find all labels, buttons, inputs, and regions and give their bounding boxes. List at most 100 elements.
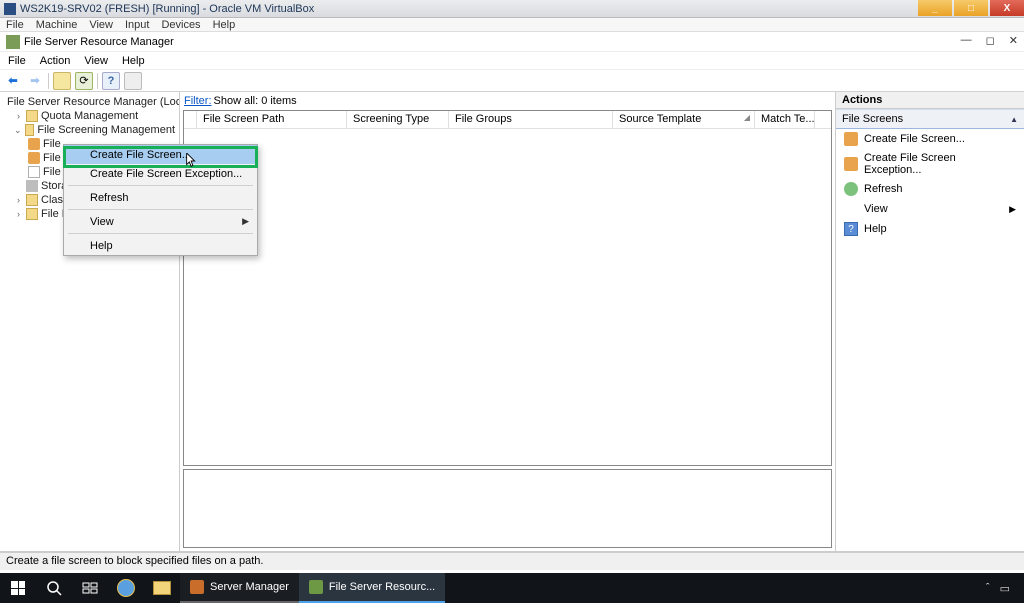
app-menubar: File Action View Help [0,52,1024,70]
task-server-manager[interactable]: Server Manager [180,573,299,603]
start-button[interactable] [0,573,36,603]
action-view[interactable]: View ▶ [836,199,1024,219]
app-menu-file[interactable]: File [8,55,26,67]
filter-bar: Filter: Show all: 0 items [180,92,835,110]
vbox-window-controls: _ □ X [918,0,1024,16]
toolbar-separator [48,73,49,89]
vbox-title: WS2K19-SRV02 (FRESH) [Running] - Oracle … [20,3,314,15]
nav-back-button[interactable]: ⬅ [4,72,22,90]
vbox-menu-devices[interactable]: Devices [161,19,200,31]
table-header: File Screen Path Screening Type File Gro… [184,111,831,129]
folder-icon [25,124,35,136]
folder-icon [26,110,38,122]
vbox-titlebar: WS2K19-SRV02 (FRESH) [Running] - Oracle … [0,0,1024,18]
filter-text: Show all: 0 items [214,95,297,107]
vbox-menu-machine[interactable]: Machine [36,19,78,31]
actions-group-filescreens[interactable]: File Screens ▲ [836,109,1024,129]
refresh-button[interactable]: ⟳ [75,72,93,90]
document-icon [28,166,40,178]
ie-button[interactable] [108,573,144,603]
show-hide-tree-button[interactable] [53,72,71,90]
status-text: Create a file screen to block specified … [6,555,263,567]
app-close-button[interactable]: ✕ [1009,34,1018,47]
app-maximize-button[interactable]: ◻ [986,34,995,47]
folder-icon [26,194,38,206]
app-minimize-button[interactable]: — [961,34,972,47]
results-table: File Screen Path Screening Type File Gro… [183,110,832,466]
vbox-menu-help[interactable]: Help [213,19,236,31]
nav-forward-button[interactable]: ➡ [26,72,44,90]
context-create-file-screen-exception[interactable]: Create File Screen Exception... [64,164,257,183]
context-separator [68,233,253,234]
ie-icon [117,579,135,597]
expand-icon[interactable]: › [14,111,23,121]
vbox-menubar: File Machine View Input Devices Help [0,18,1024,32]
expand-icon[interactable]: › [14,195,23,205]
submenu-arrow-icon: ▶ [242,216,249,227]
expand-icon[interactable]: › [14,209,23,219]
app-title: File Server Resource Manager [24,36,174,48]
fsrm-icon [309,580,323,594]
file-screen-icon [28,152,40,164]
collapse-icon[interactable]: ⌄ [14,125,22,136]
context-menu: Create File Screen... Create File Screen… [63,144,258,256]
vbox-menu-file[interactable]: File [6,19,24,31]
th-match-template[interactable]: Match Te... [755,111,815,128]
vbox-menu-view[interactable]: View [89,19,113,31]
help-icon: ? [844,222,858,236]
status-bar: Create a file screen to block specified … [0,552,1024,570]
task-file-server-resource-manager[interactable]: File Server Resourc... [299,573,445,603]
app-menu-action[interactable]: Action [40,55,71,67]
context-help[interactable]: Help [64,236,257,255]
explorer-icon [153,581,171,595]
th-gutter [184,111,197,128]
detail-panel [183,469,832,548]
taskbar: Server Manager File Server Resourc... ˆ … [0,573,1024,603]
context-create-file-screen[interactable]: Create File Screen... [64,145,257,164]
actions-panel: Actions File Screens ▲ Create File Scree… [836,92,1024,551]
action-create-file-screen[interactable]: Create File Screen... [836,129,1024,149]
tree-root[interactable]: File Server Resource Manager (Local) [4,95,175,109]
vbox-menu-input[interactable]: Input [125,19,149,31]
help-button[interactable]: ? [102,72,120,90]
app-icon [6,35,20,49]
th-screening-type[interactable]: Screening Type [347,111,449,128]
server-manager-icon [190,580,204,594]
spacer-icon [844,202,858,216]
vbox-close-button[interactable]: X [990,0,1024,16]
tree-quota-management[interactable]: › Quota Management [4,109,175,123]
toolbar: ⬅ ➡ ⟳ ? [0,70,1024,92]
app-titlebar: File Server Resource Manager — ◻ ✕ [0,32,1024,52]
vbox-icon [4,3,16,15]
app-menu-help[interactable]: Help [122,55,145,67]
file-screen-icon [844,132,858,146]
main-panel: Filter: Show all: 0 items File Screen Pa… [180,92,836,551]
th-file-screen-path[interactable]: File Screen Path [197,111,347,128]
refresh-icon [844,182,858,196]
context-refresh[interactable]: Refresh [64,188,257,207]
th-source-template[interactable]: Source Template◢ [613,111,755,128]
folder-icon [26,208,38,220]
tray-network-icon[interactable]: ▭ [1000,582,1010,595]
action-refresh[interactable]: Refresh [836,179,1024,199]
app-menu-view[interactable]: View [84,55,108,67]
app-window-controls: — ◻ ✕ [961,34,1018,47]
properties-button[interactable] [124,72,142,90]
filter-link[interactable]: Filter: [184,95,212,107]
file-screen-icon [28,138,40,150]
tree-file-screening-management[interactable]: ⌄ File Screening Management [4,123,175,137]
toolbar-separator-2 [97,73,98,89]
context-view[interactable]: View ▶ [64,212,257,231]
search-button[interactable] [36,573,72,603]
context-separator [68,209,253,210]
task-view-button[interactable] [72,573,108,603]
action-create-file-screen-exception[interactable]: Create File Screen Exception... [836,149,1024,179]
vbox-maximize-button[interactable]: □ [954,0,988,16]
tray-up-icon[interactable]: ˆ [986,582,990,594]
th-file-groups[interactable]: File Groups [449,111,613,128]
action-help[interactable]: ? Help [836,219,1024,239]
explorer-button[interactable] [144,573,180,603]
actions-header: Actions [836,92,1024,109]
vbox-minimize-button[interactable]: _ [918,0,952,16]
collapse-caret-icon: ▲ [1010,115,1018,124]
